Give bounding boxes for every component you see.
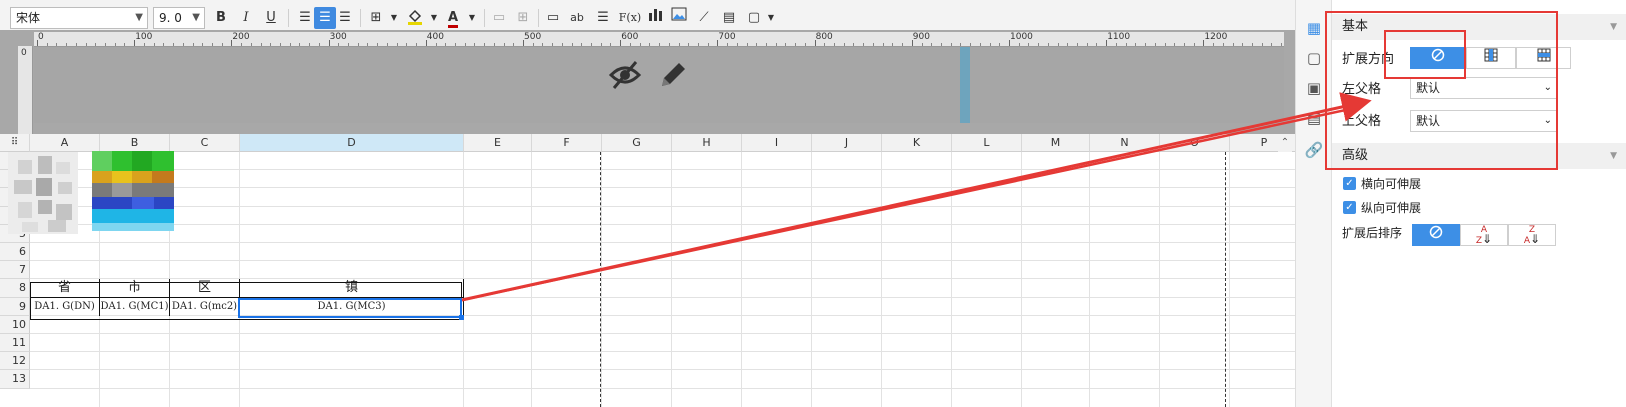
annotation-arrow (461, 92, 1372, 302)
